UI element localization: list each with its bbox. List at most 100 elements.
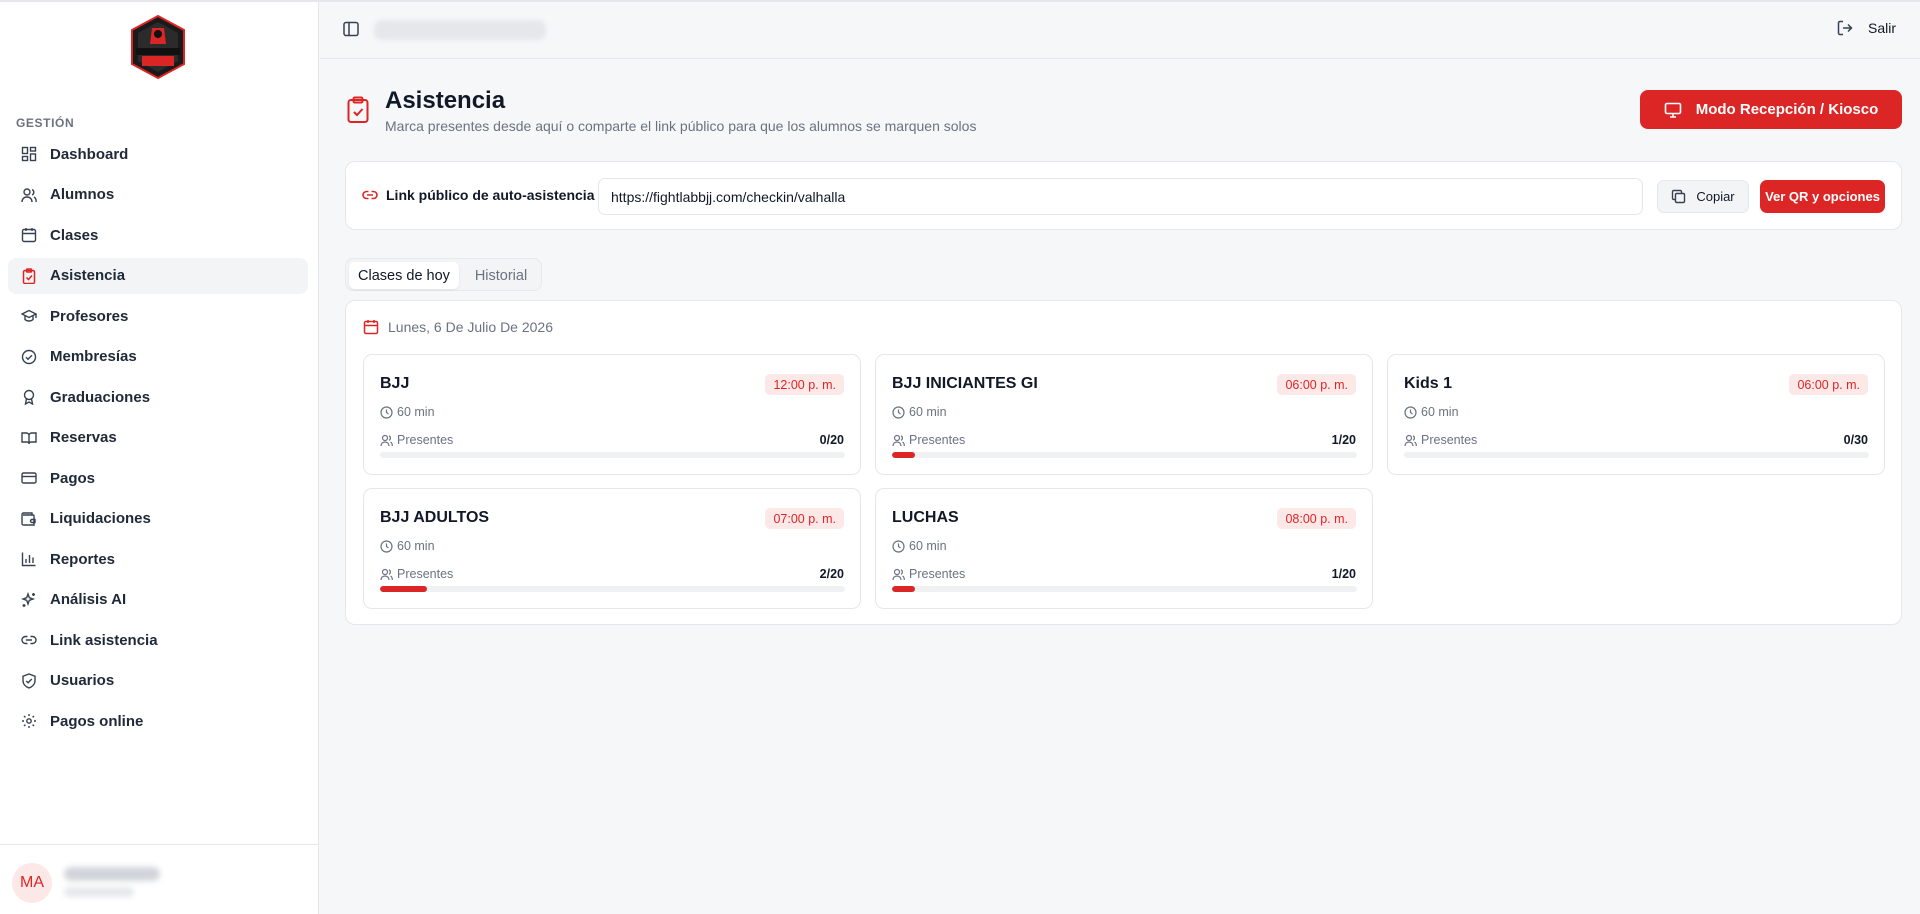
users-icon — [380, 434, 393, 447]
sidebar-item-label: Liquidaciones — [50, 510, 151, 527]
user-profile[interactable]: MA — [0, 844, 318, 914]
bar-chart-icon — [20, 550, 38, 568]
page-subtitle: Marca presentes desde aquí o comparte el… — [385, 118, 977, 134]
class-duration-text: 60 min — [397, 405, 435, 419]
logout-button[interactable]: Salir — [1836, 19, 1896, 37]
attendance-progress-bar — [892, 452, 1357, 458]
kiosk-mode-button[interactable]: Modo Recepción / Kiosco — [1640, 90, 1902, 129]
class-time-badge: 06:00 p. m. — [1789, 374, 1868, 395]
qr-options-button[interactable]: Ver QR y opciones — [1760, 180, 1885, 213]
class-name: BJJ ADULTOS — [380, 509, 490, 526]
class-duration: 60 min — [1404, 405, 1459, 419]
copy-link-label: Copiar — [1696, 189, 1735, 204]
credit-card-icon — [20, 469, 38, 487]
sidebar-item-asistencia[interactable]: Asistencia — [8, 257, 308, 294]
clipboard-check-icon — [346, 96, 370, 124]
sidebar-item-label: Asistencia — [50, 267, 126, 284]
sidebar-item-clases[interactable]: Clases — [8, 217, 308, 253]
sidebar-item-profesores[interactable]: Profesores — [8, 298, 308, 334]
class-duration-text: 60 min — [1421, 405, 1459, 419]
users-icon — [380, 568, 393, 581]
present-label-text: Presentes — [909, 433, 966, 447]
sidebar-item-reportes[interactable]: Reportes — [8, 541, 308, 577]
page-title: Asistencia — [385, 87, 506, 114]
attendance-progress-fill — [380, 586, 427, 592]
present-label: Presentes — [892, 567, 965, 581]
link-icon — [362, 187, 378, 203]
sidebar-toggle-icon[interactable] — [342, 20, 360, 38]
present-count: 1/20 — [1331, 433, 1356, 447]
sidebar-item-link-asistencia[interactable]: Link asistencia — [8, 622, 308, 658]
topbar: Salir — [320, 2, 1920, 59]
public-link-input[interactable] — [598, 178, 1643, 215]
sidebar-item-pagos[interactable]: Pagos — [8, 460, 308, 496]
sidebar-item-reservas[interactable]: Reservas — [8, 420, 308, 456]
sidebar-item-pagos-online[interactable]: Pagos online — [8, 703, 308, 739]
sidebar-item-membresias[interactable]: Membresías — [8, 339, 308, 375]
date-label: Lunes, 6 De Julio De 2026 — [388, 319, 553, 335]
clock-icon — [892, 539, 905, 553]
class-card[interactable]: BJJ 12:00 p. m. 60 min Presentes 0/20 — [363, 354, 861, 475]
attendance-progress-bar — [1404, 452, 1869, 458]
sidebar: GESTIÓN Dashboard Alumnos Clases Asisten… — [0, 2, 319, 914]
public-link-card: Link público de auto-asistencia Copiar V… — [345, 161, 1902, 230]
present-label-text: Presentes — [909, 567, 966, 581]
class-name: LUCHAS — [892, 509, 959, 526]
sidebar-item-label: Profesores — [50, 307, 129, 325]
sidebar-item-liquidaciones[interactable]: Liquidaciones — [8, 501, 308, 537]
public-link-label-text: Link público de auto-asistencia — [386, 187, 595, 203]
clock-icon — [380, 405, 393, 419]
class-duration: 60 min — [892, 539, 947, 553]
present-count: 0/30 — [1843, 433, 1868, 447]
sidebar-item-label: Reportes — [50, 550, 116, 568]
sidebar-item-label: Link asistencia — [50, 631, 158, 649]
clock-icon — [1404, 405, 1417, 419]
copy-link-button[interactable]: Copiar — [1657, 180, 1749, 213]
nav-section-label: GESTIÓN — [16, 116, 75, 130]
date-row: Lunes, 6 De Julio De 2026 — [363, 319, 553, 335]
class-card[interactable]: BJJ ADULTOS 07:00 p. m. 60 min Presentes… — [363, 488, 861, 609]
book-open-icon — [20, 429, 38, 447]
graduation-cap-icon — [20, 307, 38, 325]
sidebar-item-dashboard[interactable]: Dashboard — [8, 136, 308, 172]
present-count: 2/20 — [819, 567, 844, 581]
sidebar-item-label: Membresías — [50, 348, 137, 365]
tab-clases-de-hoy[interactable]: Clases de hoy — [349, 262, 459, 289]
class-card[interactable]: LUCHAS 08:00 p. m. 60 min Presentes 1/20 — [875, 488, 1373, 609]
class-time-badge: 08:00 p. m. — [1277, 508, 1356, 529]
sidebar-item-label: Graduaciones — [50, 388, 151, 406]
sparkles-icon — [20, 591, 38, 609]
tab-historial[interactable]: Historial — [462, 262, 540, 289]
sidebar-item-graduaciones[interactable]: Graduaciones — [8, 379, 308, 415]
calendar-icon — [363, 319, 379, 335]
public-link-label: Link público de auto-asistencia — [362, 187, 594, 203]
users-icon — [20, 186, 38, 204]
class-duration: 60 min — [892, 405, 947, 419]
copy-icon — [1671, 189, 1686, 204]
award-icon — [20, 388, 38, 406]
classes-panel: Lunes, 6 De Julio De 2026 BJJ 12:00 p. m… — [345, 300, 1902, 625]
fight-lab-bjj-logo[interactable] — [128, 14, 188, 80]
class-name: BJJ INICIANTES GI — [892, 375, 1038, 392]
clock-icon — [892, 405, 905, 419]
class-duration-text: 60 min — [397, 539, 435, 553]
logout-icon — [1836, 19, 1854, 37]
sidebar-nav: Dashboard Alumnos Clases Asistencia Prof… — [8, 136, 308, 744]
present-label-text: Presentes — [397, 433, 454, 447]
kiosk-mode-label: Modo Recepción / Kiosco — [1695, 101, 1879, 118]
sidebar-item-usuarios[interactable]: Usuarios — [8, 663, 308, 699]
class-card[interactable]: BJJ INICIANTES GI 06:00 p. m. 60 min Pre… — [875, 354, 1373, 475]
class-time-badge: 07:00 p. m. — [765, 508, 844, 529]
wallet-icon — [20, 510, 38, 528]
sidebar-item-label: Dashboard — [50, 145, 129, 163]
class-card[interactable]: Kids 1 06:00 p. m. 60 min Presentes 0/30 — [1387, 354, 1885, 475]
shield-icon — [20, 672, 38, 690]
present-label-text: Presentes — [1421, 433, 1478, 447]
class-duration: 60 min — [380, 405, 435, 419]
present-label: Presentes — [892, 433, 965, 447]
class-name: BJJ — [380, 375, 410, 392]
attendance-progress-bar — [380, 586, 845, 592]
sidebar-item-alumnos[interactable]: Alumnos — [8, 177, 308, 213]
sidebar-item-label: Usuarios — [50, 672, 115, 689]
sidebar-item-analisis-ai[interactable]: Análisis AI — [8, 582, 308, 618]
